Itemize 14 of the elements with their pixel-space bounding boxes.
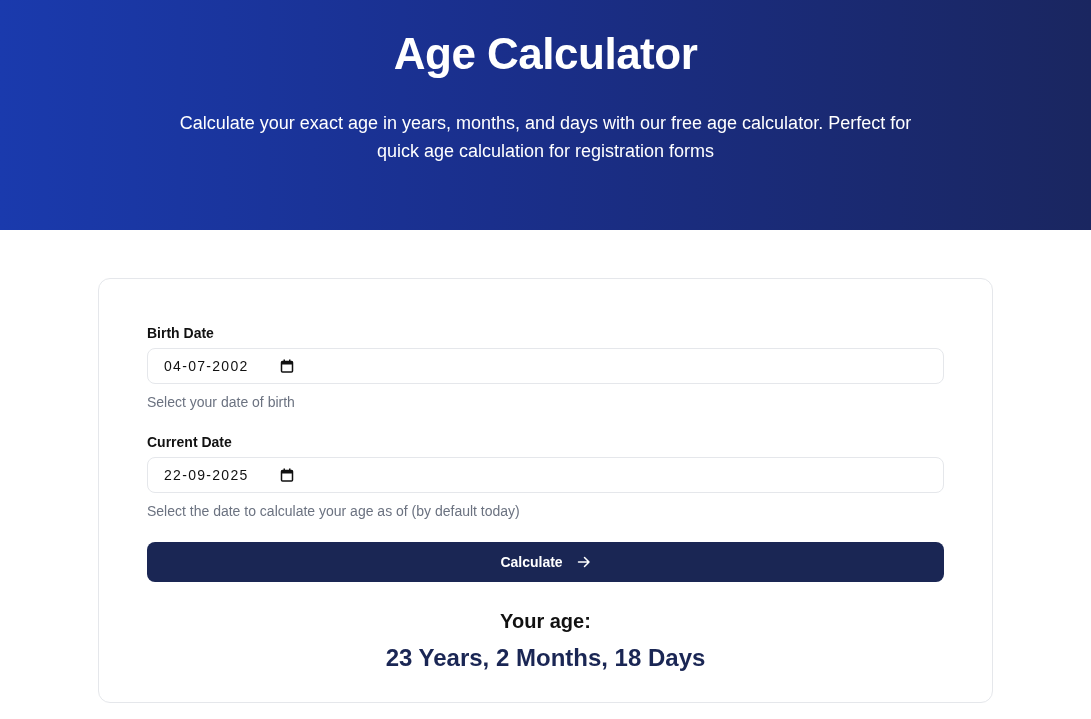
help-text: Select the date to calculate your age as of (by default today) [147, 502, 521, 520]
arrow-right-icon [576, 555, 591, 569]
date-input-field[interactable]: 22-09-2025 [147, 457, 944, 493]
help-text: Select your date of birth [147, 393, 296, 411]
result-value: 23 Years, 2 Months, 18 Days [384, 643, 707, 673]
date-input-field[interactable]: 04-07-2002 [147, 348, 944, 384]
calendar-icon[interactable] [280, 468, 294, 482]
page-subtitle: Calculate your exact age in years, months, and days with our free age calculator. Perfect for quick age calculation for registration forms [178, 111, 913, 163]
calculate-button[interactable]: Calculate [147, 542, 944, 582]
result-heading: Your age: [499, 609, 592, 634]
field-label: Current Date [147, 433, 233, 451]
field-label: Birth Date [147, 324, 215, 342]
calendar-icon[interactable] [280, 359, 294, 373]
page-title: Age Calculator [392, 28, 699, 80]
